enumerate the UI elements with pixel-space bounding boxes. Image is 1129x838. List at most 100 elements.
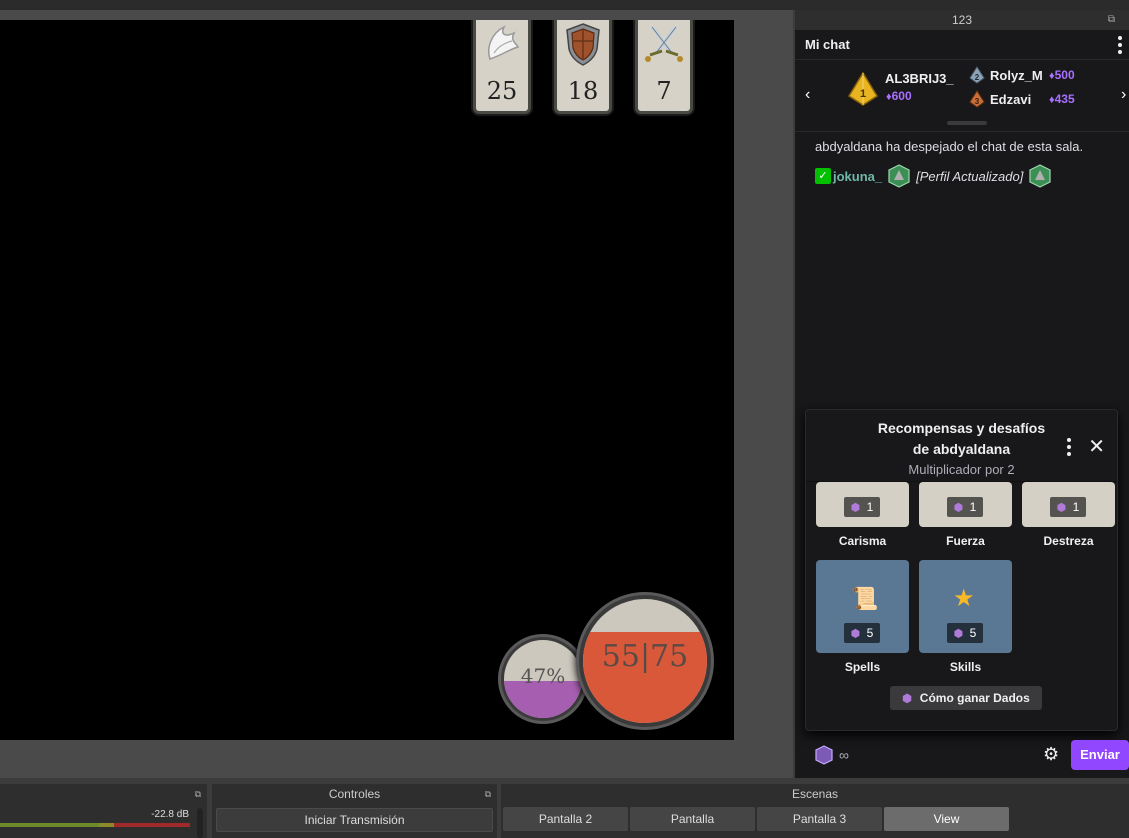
dice-icon: ⬢ [850,502,861,514]
reward-cost: ⬢ 1 [844,497,880,517]
controls-dock-header: Controles ⧉ [212,784,497,804]
rank-2-badge-icon: 2 [969,66,985,84]
reward-label: Destreza [1043,534,1094,548]
dice-badge-icon [888,164,910,188]
chat-dock: 123 ⧉ Mi chat ‹ 1 AL3BRIJ3_ ♦600 2 Rolyz… [795,10,1129,778]
scenes-dock-header: Escenas [501,784,1129,804]
audio-mixer-dock: ⧉ -22.8 dB [0,784,207,838]
rank-3-badge-icon: 3 [969,90,985,108]
chat-header: Mi chat [795,30,1129,60]
crossed-swords-icon [645,25,683,62]
chevron-left-icon[interactable]: ‹ [805,86,810,104]
reward-label: Spells [844,660,881,674]
dice-icon: ⬢ [953,502,964,514]
top-bar [0,0,1129,10]
reward-tile-destreza[interactable]: ⬢ 1 [1022,482,1115,527]
reward-cost: ⬢ 5 [844,623,880,643]
rewards-title-line1: Recompensas y desafíos [877,420,1046,436]
leader-second-points-value: 500 [1054,68,1075,82]
reward-label: Fuerza [946,534,985,548]
send-button[interactable]: Enviar [1071,740,1129,770]
system-message: abdyaldana ha despejado el chat de esta … [815,139,1084,154]
dice-icon: ⬢ [953,628,964,640]
scene-pantalla-2[interactable]: Pantalla 2 [503,807,628,831]
stat-card-shield: 18 [554,20,612,114]
audio-meter [0,823,190,827]
spellbook-icon: 📜 [851,586,879,611]
shield-icon [566,23,600,66]
balance-value: ∞ [839,747,849,763]
rewards-subtitle: Multiplicador por 2 [908,462,1015,477]
scene-pantalla-3[interactable]: Pantalla 3 [757,807,882,831]
sword-badge-icon: ✓ [815,168,831,184]
dice-icon: ⬢ [1056,502,1067,514]
float-icon[interactable]: ⧉ [1108,10,1115,30]
rank-3-number: 3 [975,97,980,106]
scene-pantalla[interactable]: Pantalla [630,807,755,831]
chat-username[interactable]: jokuna_ [833,169,882,184]
chat-footer: ∞ ⚙ Enviar [795,735,1129,778]
rank-2-number: 2 [975,73,980,82]
float-icon[interactable]: ⧉ [195,784,201,804]
stat-value: 18 [567,77,599,105]
scroll-indicator [947,121,987,125]
how-to-earn-button[interactable]: ⬢ Cómo ganar Dados [890,686,1042,710]
controls-title: Controles [328,787,381,801]
audio-dock-header: ⧉ [0,784,207,804]
audio-level: -22.8 dB [151,809,189,820]
health-orb-text: 55|75 [601,639,689,674]
leader-second-name: Rolyz_M [990,68,1043,83]
leader-first-name: AL3BRIJ3_ [885,71,954,86]
leader-third-points: ♦435 [1049,92,1075,106]
reward-cost: ⬢ 1 [947,497,983,517]
reward-tile-spells[interactable]: 📜 ⬢ 5 [816,560,909,653]
dice-icon: ⬢ [850,628,861,640]
rank-1-badge-icon: 1 [847,72,879,106]
leader-third-name: Edzavi [990,92,1032,107]
rank-1-number: 1 [860,88,866,100]
reward-tile-carisma[interactable]: ⬢ 1 [816,482,909,527]
rewards-header: Recompensas y desafíos de abdyaldana Mul… [806,410,1117,482]
start-stream-button[interactable]: Iniciar Transmisión [216,808,493,832]
scenes-dock: Escenas Pantalla 2 Pantalla Pantalla 3 V… [501,784,1129,838]
mana-orb: 47% [504,640,582,718]
stat-card-swords: 7 [635,20,693,114]
scene-view[interactable]: View [884,807,1009,831]
dice-icon: ⬢ [902,692,912,705]
wing-icon [488,25,520,60]
rewards-menu-icon[interactable] [1067,438,1071,456]
gear-icon[interactable]: ⚙ [1043,744,1059,765]
stat-card-wing: 25 [473,20,531,114]
leader-second-points: ♦500 [1049,68,1075,82]
rewards-panel: Recompensas y desafíos de abdyaldana Mul… [805,409,1118,731]
reward-label: Carisma [838,534,887,548]
chevron-right-icon[interactable]: › [1121,86,1126,104]
dock-title: 123 [951,13,973,27]
reward-label: Skills [949,660,982,674]
reward-cost: ⬢ 5 [947,623,983,643]
chat-title: Mi chat [805,37,850,52]
leader-third-points-value: 435 [1054,92,1075,106]
health-orb: 55|75 [583,599,707,723]
dock-titlebar: 123 ⧉ [795,10,1129,30]
audio-scrollbar[interactable] [197,808,203,838]
float-icon[interactable]: ⧉ [485,784,491,804]
reward-tile-fuerza[interactable]: ⬢ 1 [919,482,1012,527]
stat-value: 7 [656,77,672,105]
stat-value: 25 [486,77,518,105]
mana-orb-text: 47% [520,664,566,688]
star-icon: ★ [953,585,975,612]
dice-badge-icon [1029,164,1051,188]
leader-first-points: ♦600 [886,89,912,103]
dice-balance-icon[interactable] [815,745,833,765]
scenes-title: Escenas [791,787,839,801]
controls-dock: Controles ⧉ Iniciar Transmisión [212,784,497,838]
reward-tile-skills[interactable]: ★ ⬢ 5 [919,560,1012,653]
stream-canvas: 25 18 7 47% 55|75 [0,20,734,740]
chat-message-text: [Perfil Actualizado] [916,168,1024,184]
chat-message: ✓ jokuna_ [Perfil Actualizado] [815,164,1051,188]
reward-cost: ⬢ 1 [1050,497,1086,517]
close-icon[interactable]: ✕ [1088,434,1105,459]
leader-first-points-value: 600 [891,89,912,103]
chat-menu-icon[interactable] [1117,36,1123,54]
